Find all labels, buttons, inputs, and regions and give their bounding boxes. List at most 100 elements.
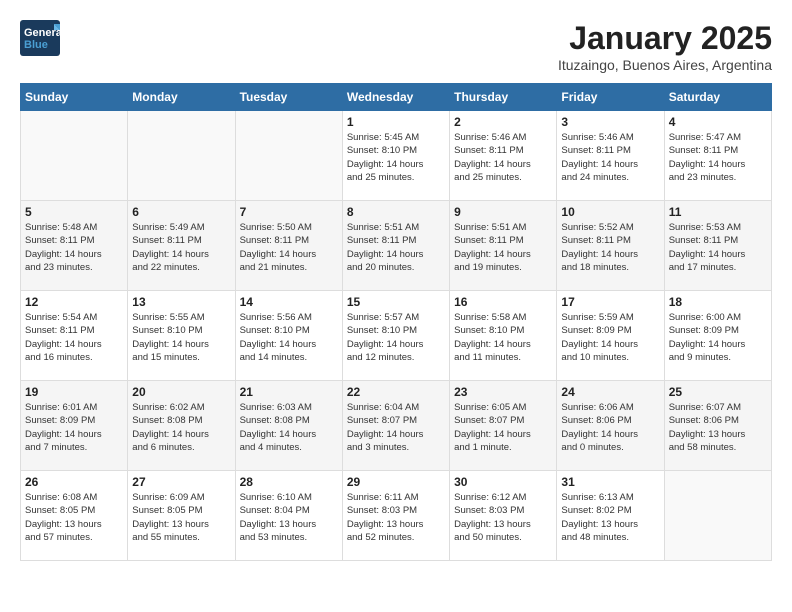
day-number: 9 bbox=[454, 205, 552, 219]
svg-text:Blue: Blue bbox=[24, 39, 48, 51]
calendar-cell: 17Sunrise: 5:59 AM Sunset: 8:09 PM Dayli… bbox=[557, 291, 664, 381]
calendar-cell: 8Sunrise: 5:51 AM Sunset: 8:11 PM Daylig… bbox=[342, 201, 449, 291]
day-info: Sunrise: 6:09 AM Sunset: 8:05 PM Dayligh… bbox=[132, 491, 230, 544]
calendar-week-row: 12 Sunrise: 5:54 AM Sunset: 8:11 PM Dayli… bbox=[21, 291, 772, 381]
calendar-cell bbox=[664, 471, 771, 561]
day-info: Sunrise: 5:54 AM Sunset: 8:11 PM Dayligh… bbox=[25, 311, 123, 364]
day-info: Sunrise: 6:03 AM Sunset: 8:08 PM Dayligh… bbox=[240, 401, 338, 454]
calendar-cell: 6 Sunrise: 5:49 AM Sunset: 8:11 PM Daylig… bbox=[128, 201, 235, 291]
calendar-cell: 4 Sunrise: 5:47 AM Sunset: 8:11 PM Daylig… bbox=[664, 111, 771, 201]
calendar-cell: 3 Sunrise: 5:46 AM Sunset: 8:11 PM Daylig… bbox=[557, 111, 664, 201]
day-number: 16 bbox=[454, 295, 552, 309]
calendar-cell: 19 Sunrise: 6:01 AM Sunset: 8:09 PM Dayli… bbox=[21, 381, 128, 471]
day-number: 6 bbox=[132, 205, 230, 219]
calendar-cell bbox=[235, 111, 342, 201]
calendar-cell: 2Sunrise: 5:46 AM Sunset: 8:11 PM Daylig… bbox=[450, 111, 557, 201]
day-info: Sunrise: 5:50 AM Sunset: 8:11 PM Dayligh… bbox=[240, 221, 338, 274]
day-number: 17 bbox=[561, 295, 659, 309]
day-info: Sunrise: 5:46 AM Sunset: 8:11 PM Dayligh… bbox=[561, 131, 659, 184]
day-info: Sunrise: 6:07 AM Sunset: 8:06 PM Dayligh… bbox=[669, 401, 767, 454]
day-number: 4 bbox=[669, 115, 767, 129]
page-title: January 2025 bbox=[558, 20, 772, 57]
day-info: Sunrise: 5:52 AM Sunset: 8:11 PM Dayligh… bbox=[561, 221, 659, 274]
day-number: 1 bbox=[347, 115, 445, 129]
calendar-week-row: 1 Sunrise: 5:45 AM Sunset: 8:10 PM Daylig… bbox=[21, 111, 772, 201]
day-number: 31 bbox=[561, 475, 659, 489]
day-number: 22 bbox=[347, 385, 445, 399]
day-number: 14 bbox=[240, 295, 338, 309]
calendar-cell: 21Sunrise: 6:03 AM Sunset: 8:08 PM Dayli… bbox=[235, 381, 342, 471]
day-info: Sunrise: 6:01 AM Sunset: 8:09 PM Dayligh… bbox=[25, 401, 123, 454]
day-info: Sunrise: 5:49 AM Sunset: 8:11 PM Dayligh… bbox=[132, 221, 230, 274]
calendar-table: SundayMondayTuesdayWednesdayThursdayFrid… bbox=[20, 83, 772, 561]
day-info: Sunrise: 6:05 AM Sunset: 8:07 PM Dayligh… bbox=[454, 401, 552, 454]
day-info: Sunrise: 5:47 AM Sunset: 8:11 PM Dayligh… bbox=[669, 131, 767, 184]
page-header: General Blue January 2025 Ituzaingo, Bue… bbox=[20, 20, 772, 73]
calendar-cell: 1 Sunrise: 5:45 AM Sunset: 8:10 PM Daylig… bbox=[342, 111, 449, 201]
calendar-cell: 10 Sunrise: 5:52 AM Sunset: 8:11 PM Dayli… bbox=[557, 201, 664, 291]
day-info: Sunrise: 6:02 AM Sunset: 8:08 PM Dayligh… bbox=[132, 401, 230, 454]
day-info: Sunrise: 5:48 AM Sunset: 8:11 PM Dayligh… bbox=[25, 221, 123, 274]
calendar-cell: 20 Sunrise: 6:02 AM Sunset: 8:08 PM Dayli… bbox=[128, 381, 235, 471]
calendar-week-row: 26Sunrise: 6:08 AM Sunset: 8:05 PM Dayli… bbox=[21, 471, 772, 561]
day-info: Sunrise: 6:12 AM Sunset: 8:03 PM Dayligh… bbox=[454, 491, 552, 544]
day-number: 7 bbox=[240, 205, 338, 219]
calendar-week-row: 19 Sunrise: 6:01 AM Sunset: 8:09 PM Dayli… bbox=[21, 381, 772, 471]
day-info: Sunrise: 5:55 AM Sunset: 8:10 PM Dayligh… bbox=[132, 311, 230, 364]
weekday-header-tuesday: Tuesday bbox=[235, 84, 342, 111]
calendar-cell bbox=[128, 111, 235, 201]
day-info: Sunrise: 6:08 AM Sunset: 8:05 PM Dayligh… bbox=[25, 491, 123, 544]
day-info: Sunrise: 6:11 AM Sunset: 8:03 PM Dayligh… bbox=[347, 491, 445, 544]
calendar-week-row: 5 Sunrise: 5:48 AM Sunset: 8:11 PM Daylig… bbox=[21, 201, 772, 291]
day-info: Sunrise: 6:13 AM Sunset: 8:02 PM Dayligh… bbox=[561, 491, 659, 544]
weekday-header-friday: Friday bbox=[557, 84, 664, 111]
calendar-cell: 25 Sunrise: 6:07 AM Sunset: 8:06 PM Dayli… bbox=[664, 381, 771, 471]
day-info: Sunrise: 5:45 AM Sunset: 8:10 PM Dayligh… bbox=[347, 131, 445, 184]
day-number: 20 bbox=[132, 385, 230, 399]
title-block: January 2025 Ituzaingo, Buenos Aires, Ar… bbox=[558, 20, 772, 73]
day-number: 13 bbox=[132, 295, 230, 309]
calendar-cell: 16 Sunrise: 5:58 AM Sunset: 8:10 PM Dayli… bbox=[450, 291, 557, 381]
calendar-cell: 23 Sunrise: 6:05 AM Sunset: 8:07 PM Dayli… bbox=[450, 381, 557, 471]
day-number: 12 bbox=[25, 295, 123, 309]
day-info: Sunrise: 6:10 AM Sunset: 8:04 PM Dayligh… bbox=[240, 491, 338, 544]
day-number: 5 bbox=[25, 205, 123, 219]
day-number: 30 bbox=[454, 475, 552, 489]
day-number: 24 bbox=[561, 385, 659, 399]
calendar-cell: 15 Sunrise: 5:57 AM Sunset: 8:10 PM Dayli… bbox=[342, 291, 449, 381]
day-number: 25 bbox=[669, 385, 767, 399]
page-subtitle: Ituzaingo, Buenos Aires, Argentina bbox=[558, 57, 772, 73]
calendar-cell: 29 Sunrise: 6:11 AM Sunset: 8:03 PM Dayli… bbox=[342, 471, 449, 561]
weekday-header-wednesday: Wednesday bbox=[342, 84, 449, 111]
calendar-cell: 9Sunrise: 5:51 AM Sunset: 8:11 PM Daylig… bbox=[450, 201, 557, 291]
weekday-header-row: SundayMondayTuesdayWednesdayThursdayFrid… bbox=[21, 84, 772, 111]
day-number: 15 bbox=[347, 295, 445, 309]
calendar-cell: 28Sunrise: 6:10 AM Sunset: 8:04 PM Dayli… bbox=[235, 471, 342, 561]
logo-icon: General Blue bbox=[20, 20, 60, 56]
day-number: 3 bbox=[561, 115, 659, 129]
day-number: 10 bbox=[561, 205, 659, 219]
weekday-header-saturday: Saturday bbox=[664, 84, 771, 111]
day-info: Sunrise: 5:46 AM Sunset: 8:11 PM Dayligh… bbox=[454, 131, 552, 184]
logo: General Blue bbox=[20, 20, 60, 56]
day-info: Sunrise: 6:06 AM Sunset: 8:06 PM Dayligh… bbox=[561, 401, 659, 454]
day-info: Sunrise: 5:53 AM Sunset: 8:11 PM Dayligh… bbox=[669, 221, 767, 274]
day-info: Sunrise: 5:57 AM Sunset: 8:10 PM Dayligh… bbox=[347, 311, 445, 364]
day-number: 29 bbox=[347, 475, 445, 489]
calendar-cell: 12 Sunrise: 5:54 AM Sunset: 8:11 PM Dayli… bbox=[21, 291, 128, 381]
day-info: Sunrise: 5:56 AM Sunset: 8:10 PM Dayligh… bbox=[240, 311, 338, 364]
day-number: 19 bbox=[25, 385, 123, 399]
weekday-header-monday: Monday bbox=[128, 84, 235, 111]
calendar-cell bbox=[21, 111, 128, 201]
calendar-cell: 30 Sunrise: 6:12 AM Sunset: 8:03 PM Dayli… bbox=[450, 471, 557, 561]
day-info: Sunrise: 6:00 AM Sunset: 8:09 PM Dayligh… bbox=[669, 311, 767, 364]
day-number: 27 bbox=[132, 475, 230, 489]
calendar-cell: 27 Sunrise: 6:09 AM Sunset: 8:05 PM Dayli… bbox=[128, 471, 235, 561]
calendar-cell: 31 Sunrise: 6:13 AM Sunset: 8:02 PM Dayli… bbox=[557, 471, 664, 561]
calendar-cell: 22Sunrise: 6:04 AM Sunset: 8:07 PM Dayli… bbox=[342, 381, 449, 471]
calendar-cell: 11Sunrise: 5:53 AM Sunset: 8:11 PM Dayli… bbox=[664, 201, 771, 291]
day-info: Sunrise: 5:58 AM Sunset: 8:10 PM Dayligh… bbox=[454, 311, 552, 364]
calendar-cell: 13 Sunrise: 5:55 AM Sunset: 8:10 PM Dayli… bbox=[128, 291, 235, 381]
calendar-cell: 7 Sunrise: 5:50 AM Sunset: 8:11 PM Daylig… bbox=[235, 201, 342, 291]
day-number: 23 bbox=[454, 385, 552, 399]
